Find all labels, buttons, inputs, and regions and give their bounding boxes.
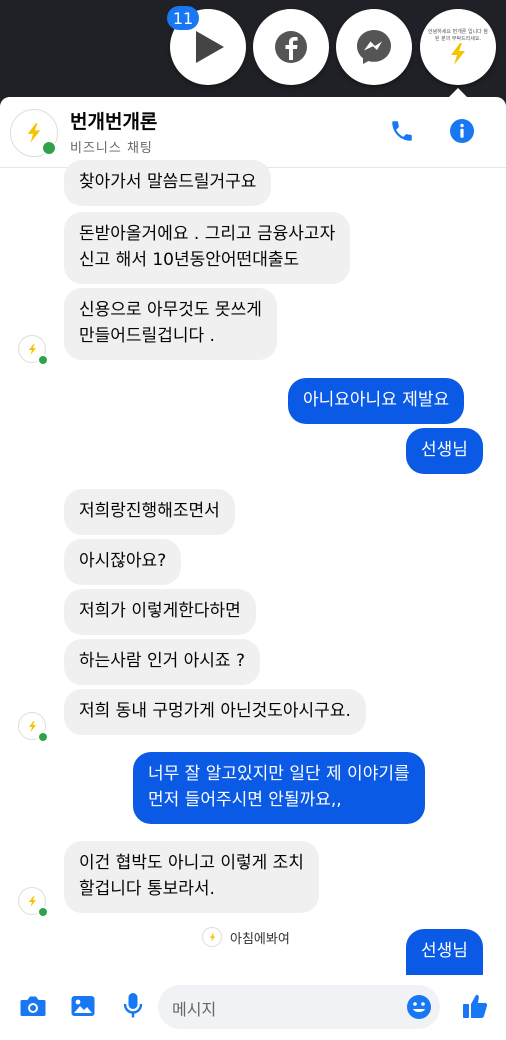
composer-bar: 메시지 (0, 975, 506, 1040)
message-bubble[interactable]: 저희 동내 구멍가게 아닌것도아시구요. (64, 689, 366, 735)
message-text: 너무 잘 알고있지만 일단 제 이야기를 (148, 764, 410, 784)
message-input[interactable]: 메시지 (158, 985, 440, 1029)
message-text: 이건 협박도 아니고 이렇게 조치 (79, 853, 304, 873)
message-bubble[interactable]: 하는사람 인거 아시죠 ? (64, 639, 260, 685)
lightning-bolt-icon (28, 343, 36, 355)
microphone-icon (123, 993, 143, 1018)
message-text: 저희랑진행해조면서 (79, 501, 220, 521)
sender-avatar[interactable] (18, 712, 49, 743)
message-bubble[interactable]: 돈받아올거에요 . 그리고 금융사고자 신고 해서 10년동안어떤대출도 (64, 212, 351, 284)
message-text: 선생님 (421, 941, 468, 961)
image-icon (71, 996, 95, 1016)
info-icon (450, 119, 474, 143)
chat-heads-bar: 11 안녕하세요 번개론 입니다 참된 분의 부탁드리세요. (0, 0, 506, 100)
message-text: 저희가 이렇게한다하면 (79, 601, 241, 621)
message-bubble[interactable]: 선생님 (406, 929, 483, 975)
chat-panel: 번개번개론 비즈니스 채팅 찾아가서 말씀드릴거구요 돈받아올거에요 . 그리고… (0, 97, 506, 1040)
online-indicator (41, 140, 57, 156)
message-text: 신용으로 아무것도 못쓰게 (79, 300, 262, 320)
message-bubble[interactable]: 아시잖아요? (64, 539, 182, 585)
online-indicator (37, 354, 49, 366)
lightning-bolt-icon (451, 43, 465, 65)
voice-button[interactable] (118, 991, 148, 1021)
unread-badge: 11 (167, 6, 199, 30)
facebook-chat-head[interactable] (253, 9, 329, 85)
message-bubble[interactable]: 신용으로 아무것도 못쓰게 만들어드릴겁니다 . (64, 288, 277, 360)
lightning-bolt-icon (209, 932, 215, 942)
info-button[interactable] (448, 117, 476, 145)
message-text: 저희 동내 구멍가게 아닌것도아시구요. (79, 701, 351, 721)
seen-text: 아침에봐여 (230, 931, 290, 947)
messenger-chat-head[interactable] (336, 9, 412, 85)
play-icon (196, 31, 224, 63)
emoji-button[interactable] (406, 994, 432, 1024)
message-bubble[interactable]: 아니요아니요 제발요 (288, 378, 465, 424)
message-bubble[interactable]: 저희랑진행해조면서 (64, 489, 235, 535)
message-list[interactable]: 찾아가서 말씀드릴거구요 돈받아올거에요 . 그리고 금융사고자 신고 해서 1… (0, 160, 506, 975)
sender-avatar[interactable] (18, 887, 49, 918)
message-text: 찾아가서 말씀드릴거구요 (79, 172, 257, 192)
camera-button[interactable] (18, 991, 48, 1021)
message-text: 아시잖아요? (79, 551, 167, 571)
message-text: 할겁니다 통보라서. (79, 879, 215, 899)
message-bubble[interactable]: 너무 잘 알고있지만 일단 제 이야기를 먼저 들어주시면 안될까요,, (133, 752, 425, 824)
online-indicator (37, 906, 49, 918)
seen-avatar (202, 927, 222, 947)
seen-indicator: 아침에봐여 (202, 927, 290, 947)
camera-icon (20, 996, 46, 1016)
message-text: 아니요아니요 제발요 (303, 390, 450, 410)
message-bubble[interactable]: 찾아가서 말씀드릴거구요 (64, 160, 272, 206)
message-text: 돈받아올거에요 . 그리고 금융사고자 (79, 224, 336, 244)
business-avatar-text: 안녕하세요 번개론 입니다 참된 분의 부탁드리세요. (428, 29, 488, 42)
lightning-bolt-icon (27, 123, 41, 143)
chat-subtitle: 비즈니스 채팅 (70, 141, 153, 156)
gallery-button[interactable] (68, 991, 98, 1021)
thumbs-up-icon (463, 994, 488, 1018)
message-bubble[interactable]: 저희가 이렇게한다하면 (64, 589, 256, 635)
chat-header: 번개번개론 비즈니스 채팅 (0, 97, 506, 168)
call-button[interactable] (388, 117, 416, 145)
message-input-placeholder: 메시지 (172, 1000, 217, 1019)
message-bubble[interactable]: 선생님 (406, 428, 483, 474)
business-avatar[interactable] (10, 109, 58, 157)
lightning-bolt-icon (28, 895, 36, 907)
sender-avatar[interactable] (18, 335, 49, 366)
lightning-bolt-icon (28, 720, 36, 732)
online-indicator (37, 731, 49, 743)
messenger-icon (357, 30, 391, 64)
message-bubble[interactable]: 이건 협박도 아니고 이렇게 조치 할겁니다 통보라서. (64, 841, 319, 913)
phone-icon (392, 121, 412, 141)
message-text: 선생님 (421, 440, 468, 460)
facebook-icon (275, 31, 307, 63)
like-button[interactable] (460, 991, 490, 1021)
business-chat-head[interactable]: 안녕하세요 번개론 입니다 참된 분의 부탁드리세요. (420, 9, 496, 85)
message-text: 신고 해서 10년동안어떤대출도 (79, 250, 300, 270)
message-text: 먼저 들어주시면 안될까요,, (148, 790, 342, 810)
emoji-icon (407, 995, 431, 1019)
chat-title[interactable]: 번개번개론 (70, 107, 157, 134)
message-text: 만들어드릴겁니다 . (79, 326, 215, 346)
message-text: 하는사람 인거 아시죠 ? (79, 651, 245, 671)
